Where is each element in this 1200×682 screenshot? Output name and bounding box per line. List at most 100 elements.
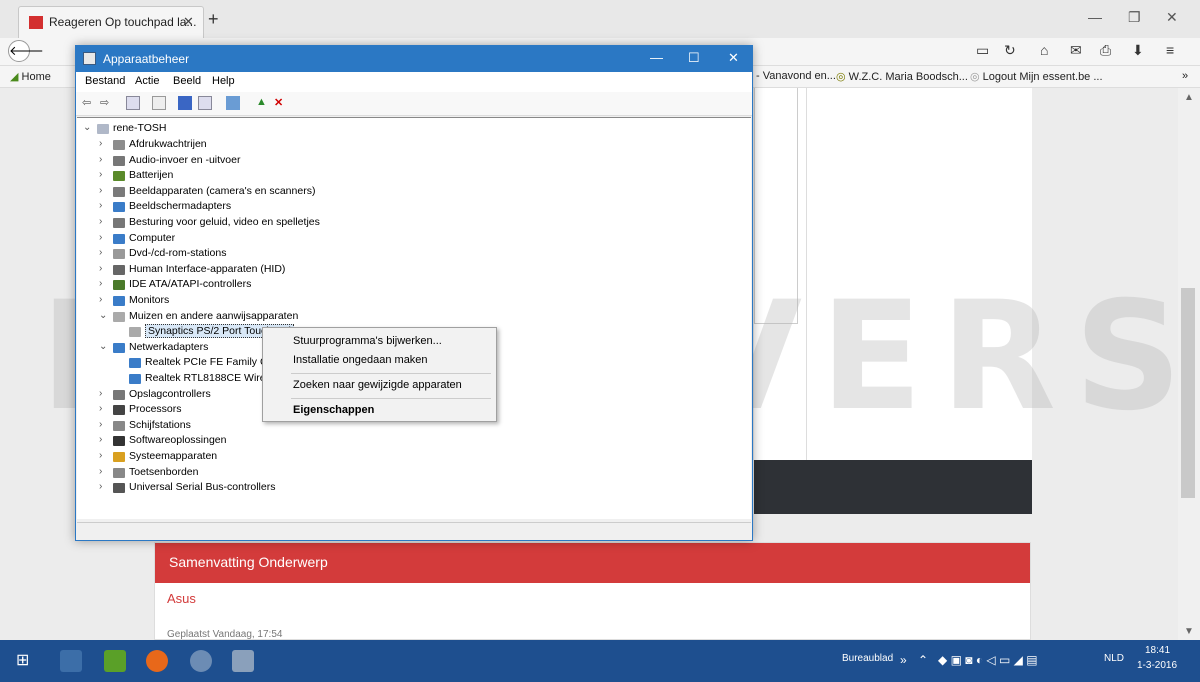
menu-help[interactable]: Help (212, 75, 235, 87)
update-driver-icon[interactable]: ▲ (256, 96, 270, 110)
bookmark-label: Logout Mijn essent.be ... (982, 71, 1103, 83)
summary-panel: Samenvatting Onderwerp Asus Geplaatst Va… (154, 542, 1031, 640)
device-label: Besturing voor geluid, video en spelletj… (129, 216, 320, 228)
app-icon[interactable] (60, 650, 82, 672)
tray-icons[interactable]: ◆ ▣ ◙ ◐ ◁ ▭ ◢ ▤ (938, 653, 1038, 667)
menu-actie[interactable]: Actie (135, 75, 159, 87)
device-icon (129, 374, 141, 384)
device-icon (113, 140, 125, 150)
back-button[interactable]: 🡐 (8, 40, 44, 62)
dm-close-icon[interactable]: ✕ (728, 50, 739, 66)
dm-minimize-icon[interactable]: — (650, 50, 663, 65)
panel-header: Samenvatting Onderwerp (155, 543, 1030, 583)
menu-properties[interactable]: Eigenschappen (293, 404, 374, 416)
reply-textarea[interactable] (754, 88, 798, 324)
desktop-toolbar-label[interactable]: Bureaublad (842, 653, 893, 664)
menu-bestand[interactable]: Bestand (85, 75, 125, 87)
language-indicator[interactable]: NLD (1104, 653, 1124, 664)
start-button[interactable]: ⊞ (16, 650, 38, 672)
scroll-up-icon[interactable]: ▲ (1184, 92, 1194, 103)
device-tree: ⌄ rene-TOSH › Afdrukwachtrijen › Audio-invo… (77, 117, 751, 519)
computer-node-icon (97, 124, 109, 134)
uninstall-icon[interactable]: ✕ (274, 96, 288, 110)
reload-icon[interactable]: ↻ (1004, 42, 1016, 59)
print-icon[interactable]: ⎙ (1100, 42, 1111, 59)
collapse-chevron-icon[interactable]: ⌄ (83, 122, 93, 133)
scan-hardware-icon[interactable] (226, 96, 240, 110)
menu-beeld[interactable]: Beeld (173, 75, 201, 87)
forward-arrow-icon[interactable]: ⇨ (100, 96, 114, 110)
expand-chevron-icon[interactable]: › (99, 434, 109, 445)
new-tab-button[interactable]: + (208, 9, 219, 30)
menu-uninstall[interactable]: Installatie ongedaan maken (293, 354, 428, 366)
device-label: Dvd-/cd-rom-stations (129, 247, 227, 260)
tree-root-label: rene-TOSH (113, 122, 167, 134)
minimize-icon[interactable]: — (1088, 9, 1102, 25)
expand-chevron-icon[interactable]: › (99, 232, 109, 243)
bookmark-home[interactable]: ◢ Home (10, 70, 51, 83)
collapse-chevron-icon[interactable]: ⌄ (99, 310, 109, 321)
device-manager-window: Apparaatbeheer — ☐ ✕ Bestand Actie Beeld… (75, 45, 753, 541)
expand-chevron-icon[interactable]: › (99, 200, 109, 211)
dm-maximize-icon[interactable]: ☐ (688, 50, 700, 66)
expand-chevron-icon[interactable]: › (99, 278, 109, 289)
download-icon[interactable]: ⬇ (1132, 42, 1144, 59)
mail-icon[interactable]: ✉ (1070, 42, 1082, 59)
expand-chevron-icon[interactable]: › (99, 450, 109, 461)
bookmark-vanavond[interactable]: - Vanavond en... (756, 70, 836, 82)
close-tab-icon[interactable]: ✕ (183, 14, 194, 30)
tray-up-icon[interactable]: ⌃ (918, 653, 928, 667)
home-icon[interactable]: ⌂ (1040, 42, 1048, 58)
device-label: Batterijen (129, 169, 174, 182)
show-hide-tree-icon[interactable] (126, 96, 140, 110)
clock-date[interactable]: 1-3-2016 (1137, 660, 1177, 671)
restore-icon[interactable]: ❐ (1128, 9, 1141, 26)
device-icon (113, 452, 125, 462)
menu-scan-changes[interactable]: Zoeken naar gewijzigde apparaten (293, 379, 462, 391)
taskbar: ⊞ Bureaublad » ⌃ ◆ ▣ ◙ ◐ ◁ ▭ ◢ ▤ NLD 18:… (0, 640, 1200, 682)
app-icon[interactable] (104, 650, 126, 672)
menu-update-driver[interactable]: Stuurprogramma's bijwerken... (293, 335, 442, 347)
expand-chevron-icon[interactable]: › (99, 247, 109, 258)
close-window-icon[interactable]: ✕ (1166, 9, 1178, 26)
help-icon[interactable] (178, 96, 192, 110)
page-scrollbar[interactable]: ▲ ▼ (1178, 88, 1200, 640)
menu-icon[interactable]: ≡ (1166, 42, 1174, 58)
expand-chevron-icon[interactable]: › (99, 388, 109, 399)
device-icon (113, 155, 125, 166)
expand-chevron-icon[interactable]: › (99, 466, 109, 477)
firefox-icon[interactable] (146, 650, 168, 672)
dm-title-bar[interactable]: Apparaatbeheer — ☐ ✕ (76, 46, 752, 72)
expand-chevron-icon[interactable]: › (99, 154, 109, 165)
expand-chevron-icon[interactable]: › (99, 419, 109, 430)
bookmarks-overflow-icon[interactable]: » (1182, 70, 1188, 82)
bookmark-wzc[interactable]: ◎ W.Z.C. Maria Boodsch... (836, 70, 968, 83)
device-label: Realtek PCIe FE Family Co (145, 356, 274, 369)
topic-title[interactable]: Asus (167, 591, 196, 606)
back-arrow-icon[interactable]: ⇦ (82, 96, 96, 110)
overflow-icon[interactable]: » (900, 653, 907, 667)
expand-chevron-icon[interactable]: › (99, 138, 109, 149)
scrollbar-thumb[interactable] (1181, 288, 1195, 498)
expand-chevron-icon[interactable]: › (99, 481, 109, 492)
bookmark-logout[interactable]: ◎ Logout Mijn essent.be ... (970, 70, 1103, 83)
app-icon[interactable] (190, 650, 212, 672)
expand-chevron-icon[interactable]: › (99, 403, 109, 414)
device-label: Realtek RTL8188CE Wirele (145, 372, 274, 384)
device-label: Universal Serial Bus-controllers (129, 481, 276, 494)
expand-chevron-icon[interactable]: › (99, 216, 109, 227)
reader-view-icon[interactable]: ▭ (976, 42, 989, 59)
expand-chevron-icon[interactable]: › (99, 263, 109, 274)
device-manager-task-icon[interactable] (232, 650, 254, 672)
collapse-chevron-icon[interactable]: ⌄ (99, 341, 109, 352)
browser-tab[interactable]: Reageren Op touchpad la... ✕ (18, 6, 204, 38)
scroll-down-icon[interactable]: ▼ (1184, 626, 1194, 637)
expand-chevron-icon[interactable]: › (99, 185, 109, 196)
clock-time[interactable]: 18:41 (1145, 645, 1170, 656)
view-icon[interactable] (198, 96, 212, 110)
device-label: Systeemapparaten (129, 450, 218, 462)
expand-chevron-icon[interactable]: › (99, 294, 109, 305)
expand-chevron-icon[interactable]: › (99, 169, 109, 180)
bookmark-label: W.Z.C. Maria Boodsch... (848, 71, 968, 83)
properties-icon[interactable] (152, 96, 166, 110)
